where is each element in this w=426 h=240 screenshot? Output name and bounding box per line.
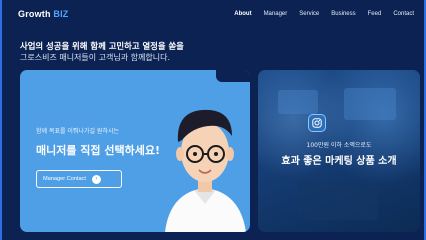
instagram-icon bbox=[308, 114, 326, 132]
product-card-sub: 100만원 이하 소액으로도 bbox=[306, 142, 372, 149]
main-nav: About Manager Service Business Feed Cont… bbox=[234, 11, 414, 17]
manager-card[interactable]: 함께 목표를 이뤄나가길 원하시는 매니저를 직접 선택하세요! Manager… bbox=[20, 70, 250, 232]
manager-card-sub: 함께 목표를 이뤄나가길 원하시는 bbox=[36, 128, 120, 135]
nav-contact[interactable]: Contact bbox=[393, 11, 414, 17]
dashboard-panel bbox=[344, 88, 396, 120]
logo-accent: BIZ bbox=[53, 9, 69, 19]
hero-subline: 그로스비즈 매니저들이 고객님과 함께합니다. bbox=[20, 53, 171, 62]
logo-main: rowth bbox=[25, 9, 51, 19]
nav-service[interactable]: Service bbox=[299, 11, 319, 17]
top-header: Growth BIZ About Manager Service Busines… bbox=[2, 0, 424, 28]
manager-illustration bbox=[165, 109, 246, 232]
dashboard-panel bbox=[278, 90, 318, 114]
manager-contact-button[interactable]: Manager Contact › bbox=[36, 170, 122, 188]
manager-card-title: 매니저를 직접 선택하세요! bbox=[36, 144, 160, 157]
card-notch bbox=[216, 70, 250, 82]
hero-headline: 사업의 성공을 위해 함께 고민하고 열정을 쏟을 bbox=[20, 41, 184, 51]
nav-business[interactable]: Business bbox=[331, 11, 355, 17]
product-card-title: 효과 좋은 마케팅 상품 소개 bbox=[281, 156, 397, 167]
nav-manager[interactable]: Manager bbox=[264, 11, 288, 17]
hero-text: 사업의 성공을 위해 함께 고민하고 열정을 쏟을 그로스비즈 매니저들이 고객… bbox=[20, 40, 184, 64]
dashboard-panel bbox=[298, 180, 378, 220]
manager-contact-label: Manager Contact bbox=[43, 176, 86, 182]
marketing-product-card[interactable]: 100만원 이하 소액으로도 효과 좋은 마케팅 상품 소개 bbox=[258, 70, 420, 232]
nav-about[interactable]: About bbox=[234, 11, 251, 17]
arrow-right-circle-icon: › bbox=[91, 174, 101, 184]
brand-logo[interactable]: Growth BIZ bbox=[18, 9, 69, 19]
nav-feed[interactable]: Feed bbox=[368, 11, 382, 17]
